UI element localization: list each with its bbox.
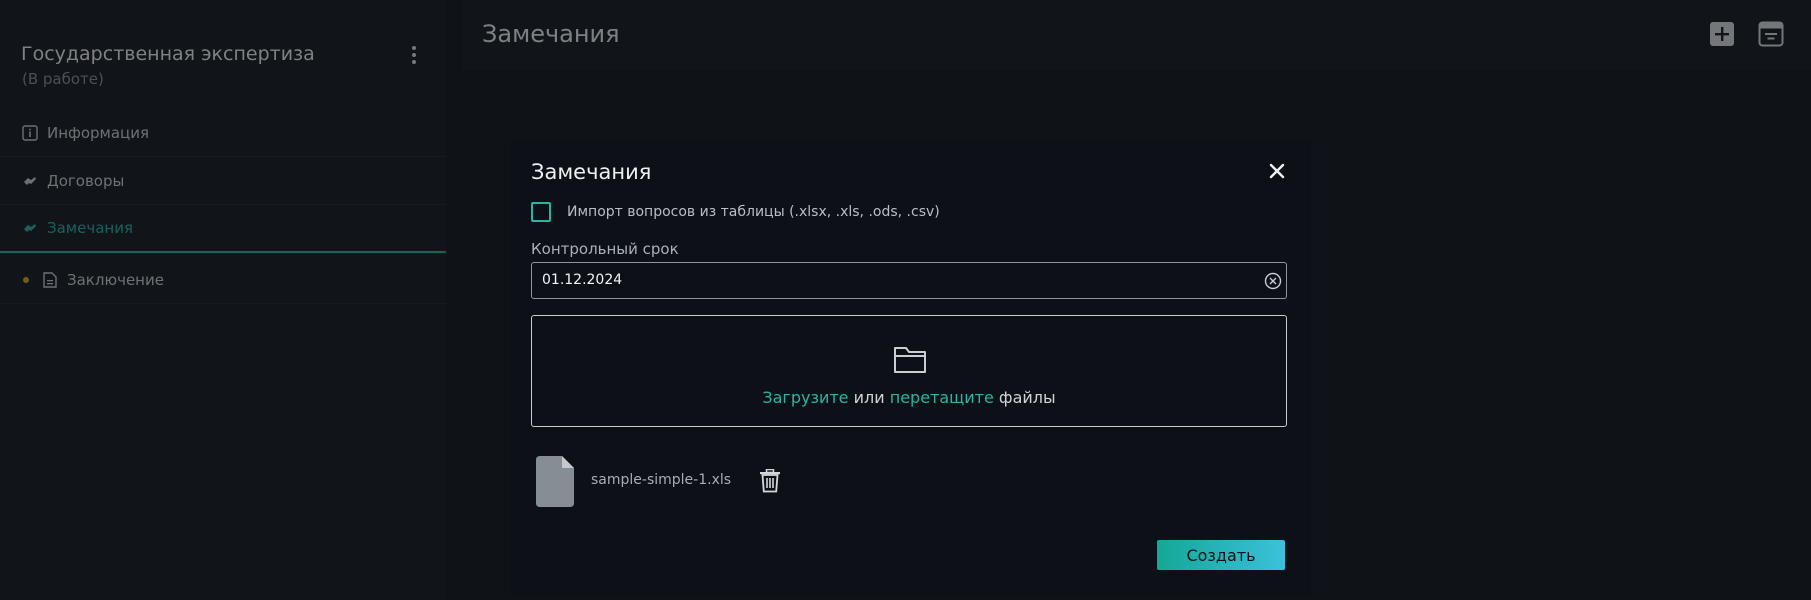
- file-icon: [536, 456, 574, 507]
- remarks-dialog: Замечания Импорт вопросов из таблицы (.x…: [511, 140, 1311, 595]
- deadline-input[interactable]: 01.12.2024: [531, 262, 1287, 299]
- import-checkbox-label: Импорт вопросов из таблицы (.xlsx, .xls,…: [567, 204, 940, 220]
- create-button[interactable]: Создать: [1157, 540, 1285, 570]
- drag-link[interactable]: перетащите: [890, 388, 994, 407]
- dropzone-text: Загрузите или перетащите файлы: [532, 388, 1286, 407]
- deadline-value: 01.12.2024: [542, 272, 623, 288]
- file-dropzone[interactable]: Загрузите или перетащите файлы: [531, 315, 1287, 427]
- import-checkbox[interactable]: [531, 202, 551, 222]
- deadline-label: Контрольный срок: [531, 240, 679, 258]
- trash-icon[interactable]: [759, 468, 781, 493]
- upload-link[interactable]: Загрузите: [762, 388, 848, 407]
- close-icon[interactable]: [1266, 160, 1288, 182]
- file-name: sample-simple-1.xls: [591, 472, 732, 488]
- dropzone-or: или: [853, 388, 885, 407]
- dropzone-files: файлы: [998, 388, 1056, 407]
- clear-icon[interactable]: [1264, 272, 1282, 290]
- folder-icon: [893, 344, 927, 374]
- dialog-title: Замечания: [531, 160, 652, 184]
